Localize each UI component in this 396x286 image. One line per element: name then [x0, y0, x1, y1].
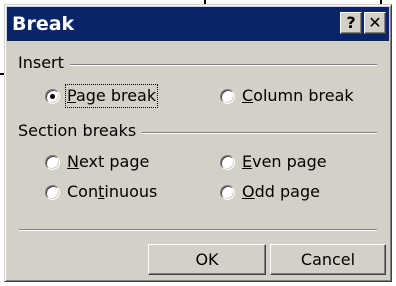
dialog-title: Break [12, 13, 75, 35]
page-break-radio[interactable] [45, 88, 60, 104]
page-break-label: Page break [64, 84, 159, 108]
odd-page-label: Odd page [242, 182, 320, 201]
continuous-option[interactable]: Continuous [45, 182, 157, 202]
help-button[interactable]: ? [340, 12, 362, 34]
ok-button[interactable]: OK [148, 244, 266, 275]
next-page-label: Next page [67, 152, 150, 171]
odd-page-option[interactable]: Odd page [220, 182, 320, 202]
even-page-option[interactable]: Even page [220, 152, 327, 172]
close-button[interactable]: ✕ [364, 12, 386, 34]
insert-group-line [19, 64, 377, 66]
break-dialog: Break ? ✕ Insert Page break Column break… [4, 4, 392, 282]
even-page-radio[interactable] [220, 154, 235, 170]
insert-group-label: Insert [18, 53, 70, 73]
even-page-label: Even page [242, 152, 327, 171]
continuous-label: Continuous [67, 182, 158, 201]
page-break-option[interactable]: Page break [45, 84, 159, 108]
column-break-option[interactable]: Column break [220, 86, 354, 106]
button-divider [19, 229, 377, 231]
cancel-button[interactable]: Cancel [270, 244, 386, 275]
column-break-label: Column break [242, 86, 354, 105]
next-page-option[interactable]: Next page [45, 152, 149, 172]
odd-page-radio[interactable] [220, 184, 235, 200]
column-break-radio[interactable] [220, 88, 235, 104]
title-bar[interactable]: Break ? ✕ [7, 7, 389, 41]
section-group-label: Section breaks [18, 121, 143, 141]
next-page-radio[interactable] [45, 154, 60, 170]
continuous-radio[interactable] [45, 184, 60, 200]
